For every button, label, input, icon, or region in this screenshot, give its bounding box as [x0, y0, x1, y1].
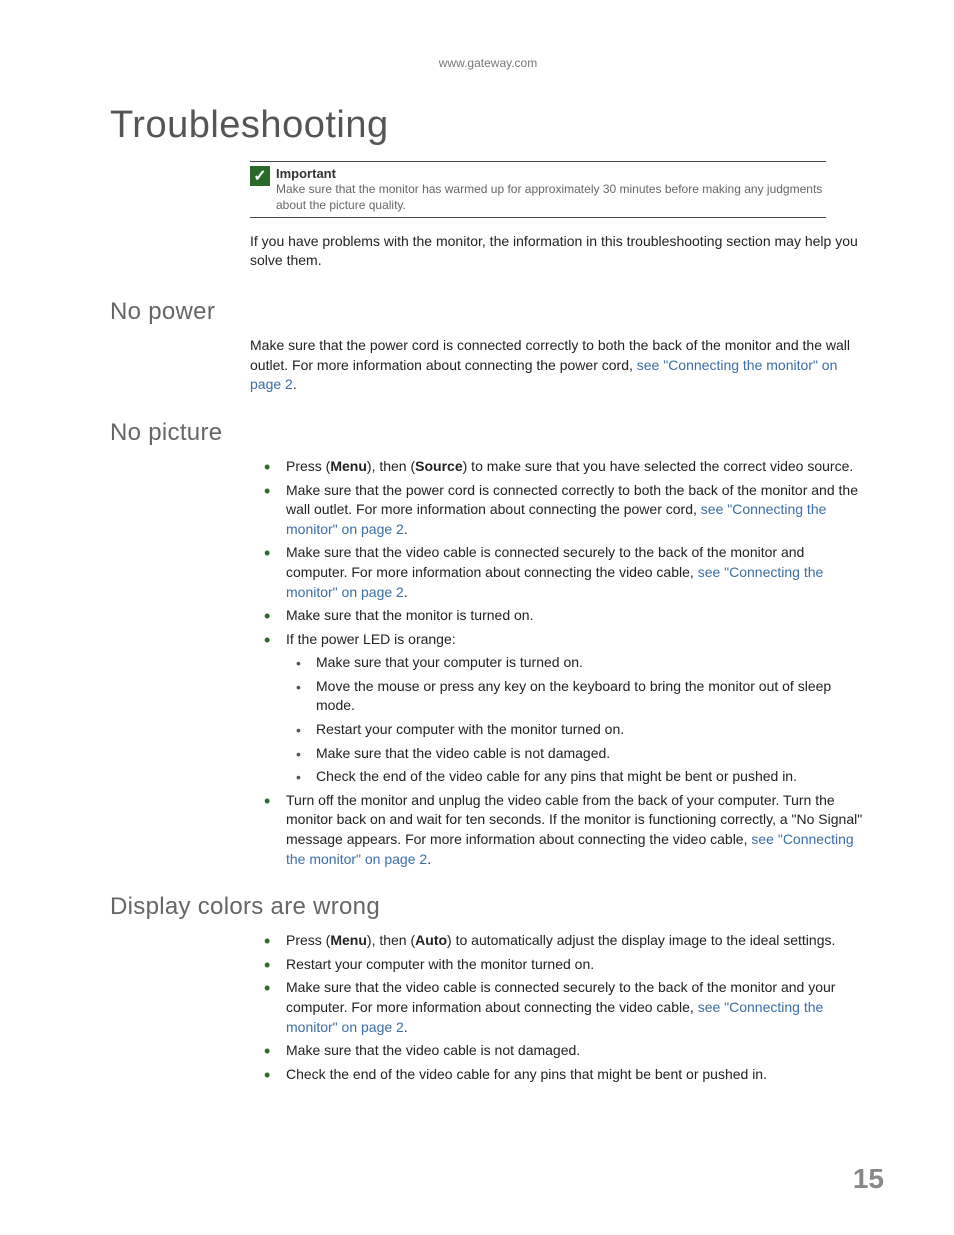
auto-label: Auto: [415, 932, 447, 948]
header-url: www.gateway.com: [110, 56, 866, 70]
no-picture-list: Press (Menu), then (Source) to make sure…: [250, 457, 866, 869]
intro-text: If you have problems with the monitor, t…: [250, 232, 866, 270]
section-no-picture: No picture: [110, 419, 866, 447]
text: .: [404, 1019, 408, 1035]
menu-label: Menu: [330, 458, 367, 474]
text: ) to automatically adjust the display im…: [447, 932, 835, 948]
list-item: Check the end of the video cable for any…: [250, 1065, 866, 1085]
list-item: Make sure that the video cable is connec…: [250, 978, 866, 1037]
source-label: Source: [415, 458, 462, 474]
text: If the power LED is orange:: [286, 631, 456, 647]
text: .: [404, 584, 408, 600]
text: ) to make sure that you have selected th…: [463, 458, 854, 474]
check-icon: ✓: [250, 166, 270, 186]
page-title: Troubleshooting: [110, 104, 866, 147]
text: .: [404, 521, 408, 537]
list-item: Turn off the monitor and unplug the vide…: [250, 791, 866, 869]
list-item: Make sure that the power cord is connect…: [250, 481, 866, 540]
list-item: Make sure that your computer is turned o…: [286, 653, 866, 673]
list-item: Move the mouse or press any key on the k…: [286, 677, 866, 716]
no-power-para: Make sure that the power cord is connect…: [250, 336, 866, 395]
callout-label: Important: [276, 166, 336, 181]
important-callout: ✓ Important Make sure that the monitor h…: [250, 161, 826, 218]
text: ), then (: [367, 932, 415, 948]
list-item: If the power LED is orange: Make sure th…: [250, 630, 866, 787]
list-item: Make sure that the monitor is turned on.: [250, 606, 866, 626]
list-item: Restart your computer with the monitor t…: [250, 955, 866, 975]
sub-list: Make sure that your computer is turned o…: [286, 653, 866, 787]
section-no-power: No power: [110, 298, 866, 326]
display-colors-list: Press (Menu), then (Auto) to automatical…: [250, 931, 866, 1084]
text: Press (: [286, 458, 330, 474]
callout-text: Make sure that the monitor has warmed up…: [276, 182, 822, 212]
list-item: Restart your computer with the monitor t…: [286, 720, 866, 740]
section-display-colors: Display colors are wrong: [110, 893, 866, 921]
page-number: 15: [853, 1163, 884, 1195]
menu-label: Menu: [330, 932, 367, 948]
text: ), then (: [367, 458, 415, 474]
list-item: Press (Menu), then (Auto) to automatical…: [250, 931, 866, 951]
text: Press (: [286, 932, 330, 948]
list-item: Make sure that the video cable is not da…: [286, 744, 866, 764]
list-item: Press (Menu), then (Source) to make sure…: [250, 457, 866, 477]
list-item: Make sure that the video cable is not da…: [250, 1041, 866, 1061]
list-item: Make sure that the video cable is connec…: [250, 543, 866, 602]
text: .: [293, 376, 297, 392]
text: .: [427, 851, 431, 867]
list-item: Check the end of the video cable for any…: [286, 767, 866, 787]
